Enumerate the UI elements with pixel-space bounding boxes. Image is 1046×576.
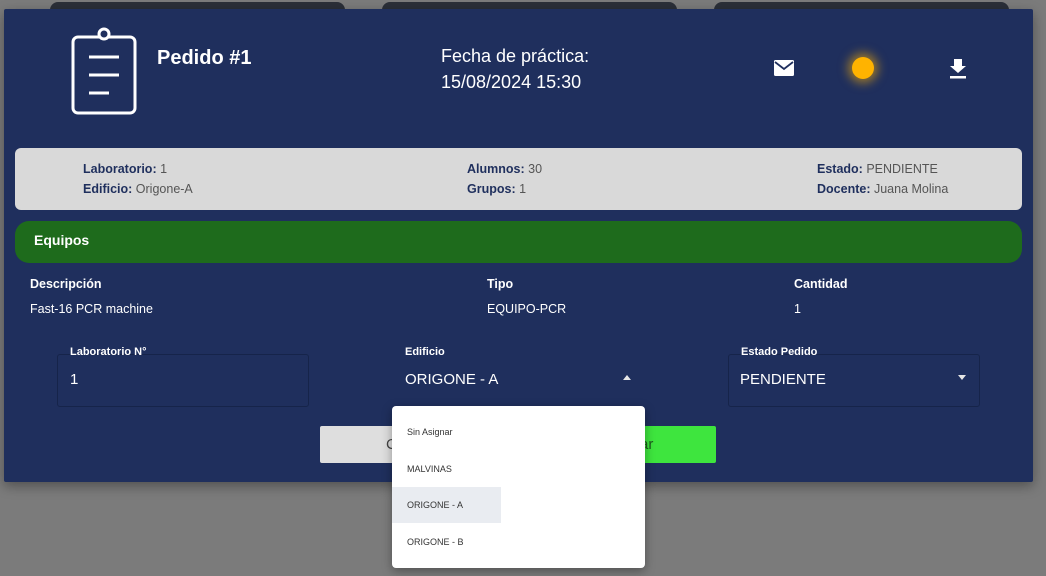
practice-date-label: Fecha de práctica: [441,46,590,66]
equipos-section-title: Equipos [34,232,90,248]
edificio-dropdown-menu: Sin Asignar MALVINAS ORIGONE - A ORIGONE… [392,406,645,568]
order-info-box: Laboratorio: 1 Edificio: Origone-A Alumn… [15,148,1022,210]
info-docente: Docente: Juana Molina [817,182,948,196]
dropdown-option-origone-a[interactable]: ORIGONE - A [392,487,501,523]
info-laboratorio-label: Laboratorio: [83,162,157,176]
practice-date-value: 15/08/2024 15:30 [441,72,582,92]
column-header-descripcion: Descripción [30,277,102,291]
info-estado-value: PENDIENTE [866,162,938,176]
info-laboratorio-value: 1 [160,162,168,176]
info-laboratorio: Laboratorio: 1 [83,162,167,176]
clipboard-icon [71,27,137,115]
estado-pedido-label: Estado Pedido [741,346,818,358]
page-title: Pedido #1 [157,47,252,69]
info-edificio-value: Origone-A [135,182,193,196]
info-edificio: Edificio: Origone-A [83,182,193,196]
dropdown-option-sin-asignar[interactable]: Sin Asignar [392,414,501,450]
practice-date: Fecha de práctica: 15/08/2024 15:30 [441,43,589,95]
info-grupos-value: 1 [519,182,527,196]
download-icon[interactable] [948,58,968,80]
cell-cantidad: 1 [794,302,801,316]
info-docente-value: Juana Molina [873,182,949,196]
mail-icon[interactable] [773,59,795,77]
dropdown-option-origone-b[interactable]: ORIGONE - B [392,524,501,560]
equipos-section-header: Equipos [15,221,1022,263]
info-grupos-label: Grupos: [467,182,516,196]
edificio-select[interactable]: ORIGONE - A [405,371,498,388]
laboratorio-input-label: Laboratorio N° [70,346,147,358]
info-docente-label: Docente: [817,182,871,196]
estado-pedido-value[interactable]: PENDIENTE [740,371,826,388]
cell-tipo: EQUIPO-PCR [487,302,567,316]
status-indicator [852,57,874,79]
chevron-up-icon[interactable] [623,375,631,380]
info-alumnos: Alumnos: 30 [467,162,542,176]
info-estado-label: Estado: [817,162,863,176]
info-alumnos-value: 30 [528,162,543,176]
cell-descripcion: Fast-16 PCR machine [30,302,153,316]
laboratorio-input-value[interactable]: 1 [70,371,78,388]
column-header-tipo: Tipo [487,277,514,291]
info-estado: Estado: PENDIENTE [817,162,938,176]
info-edificio-label: Edificio: [83,182,133,196]
laboratorio-input[interactable] [57,354,309,407]
dropdown-option-malvinas[interactable]: MALVINAS [392,451,501,487]
chevron-down-icon[interactable] [958,375,966,380]
column-header-cantidad: Cantidad [794,277,848,291]
info-alumnos-label: Alumnos: [467,162,525,176]
edificio-select-label: Edificio [405,346,445,358]
info-grupos: Grupos: 1 [467,182,526,196]
